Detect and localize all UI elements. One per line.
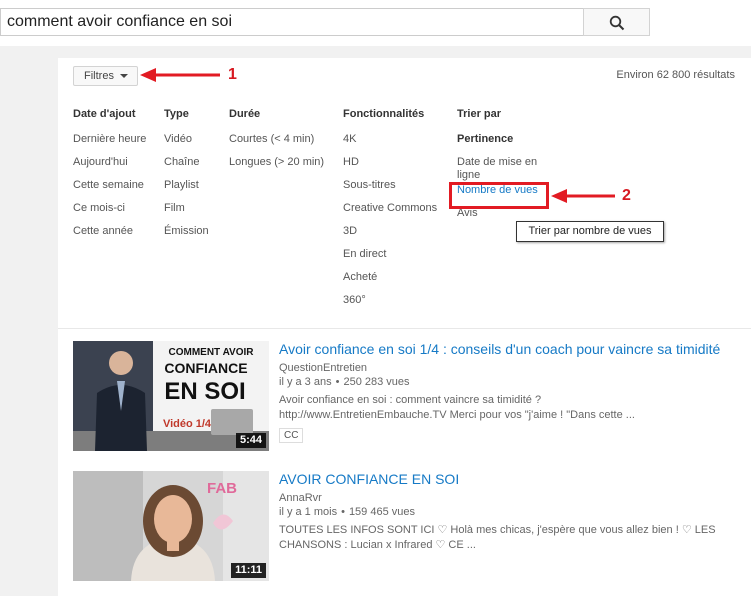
- filter-playlist[interactable]: Playlist: [164, 179, 209, 202]
- search-input[interactable]: comment avoir confiance en soi: [0, 8, 583, 36]
- search-button[interactable]: [583, 8, 650, 36]
- divider: [58, 328, 751, 329]
- video-thumbnail[interactable]: COMMENT AVOIR CONFIANCE EN SOI Vidéo 1/4…: [73, 341, 269, 451]
- filter-360[interactable]: 360°: [343, 294, 437, 317]
- filter-purchased[interactable]: Acheté: [343, 271, 437, 294]
- annotation-arrow-1: [140, 68, 220, 82]
- filter-long[interactable]: Longues (> 20 min): [229, 156, 324, 179]
- filter-channel[interactable]: Chaîne: [164, 156, 209, 179]
- video-description-line-2: http://www.EntretienEmbauche.TV Merci po…: [279, 409, 635, 421]
- filter-this-month[interactable]: Ce mois-ci: [73, 202, 146, 225]
- video-meta: il y a 3 ans • 250 283 vues: [279, 376, 410, 388]
- video-channel[interactable]: AnnaRvr: [279, 492, 322, 504]
- tooltip: Trier par nombre de vues: [516, 221, 664, 242]
- filter-last-hour[interactable]: Dernière heure: [73, 133, 146, 156]
- thumb-line-3: EN SOI: [164, 378, 245, 405]
- video-result: FAB 11:11 AVOIR CONFIANCE EN SOI AnnaRvr…: [73, 471, 751, 583]
- video-views: 250 283 vues: [343, 376, 410, 388]
- filter-heading-features: Fonctionnalités: [343, 108, 425, 120]
- filter-live[interactable]: En direct: [343, 248, 437, 271]
- filter-3d[interactable]: 3D: [343, 225, 437, 248]
- filters-button[interactable]: Filtres: [73, 66, 138, 86]
- filter-this-year[interactable]: Cette année: [73, 225, 146, 248]
- video-views: 159 465 vues: [348, 506, 415, 518]
- video-age: il y a 3 ans: [279, 376, 332, 388]
- video-description-line-1: TOUTES LES INFOS SONT ICI ♡ Holà mes chi…: [279, 524, 716, 536]
- thumb-line-4: Vidéo 1/4: [163, 418, 212, 430]
- thumb-fab-text: FAB: [207, 480, 237, 497]
- filter-video[interactable]: Vidéo: [164, 133, 209, 156]
- filter-column-features: Fonctionnalités 4K HD Sous-titres Creati…: [343, 108, 437, 317]
- video-age: il y a 1 mois: [279, 506, 338, 518]
- separator-dot: •: [335, 376, 340, 388]
- video-duration: 5:44: [235, 433, 266, 448]
- cc-badge: CC: [279, 428, 304, 443]
- filter-creative-commons[interactable]: Creative Commons: [343, 202, 437, 225]
- filter-this-week[interactable]: Cette semaine: [73, 179, 146, 202]
- annotation-arrow-2: [551, 189, 615, 203]
- search-icon: [609, 15, 625, 31]
- video-description: TOUTES LES INFOS SONT ICI ♡ Holà mes chi…: [279, 523, 739, 553]
- filter-heading-duration: Durée: [229, 108, 261, 120]
- filter-subtitles[interactable]: Sous-titres: [343, 179, 437, 202]
- filter-hd[interactable]: HD: [343, 156, 437, 179]
- caret-down-icon: [120, 74, 128, 78]
- filter-column-sort: Trier par Pertinence Date de mise en lig…: [457, 108, 552, 230]
- filter-today[interactable]: Aujourd'hui: [73, 156, 146, 179]
- filter-short[interactable]: Courtes (< 4 min): [229, 133, 324, 156]
- video-thumbnail[interactable]: FAB 11:11: [73, 471, 269, 581]
- annotation-number-2: 2: [622, 187, 631, 204]
- filter-column-duration: Durée Courtes (< 4 min) Longues (> 20 mi…: [229, 108, 324, 179]
- filter-heading-sort: Trier par: [457, 108, 502, 120]
- video-description-line-1: Avoir confiance en soi : comment vaincre…: [279, 394, 542, 406]
- video-duration: 11:11: [231, 563, 266, 578]
- separator-dot: •: [341, 506, 345, 518]
- video-result: COMMENT AVOIR CONFIANCE EN SOI Vidéo 1/4…: [73, 341, 751, 453]
- thumb-line-2: CONFIANCE: [164, 360, 247, 376]
- filters-label: Filtres: [84, 70, 114, 82]
- top-bar: comment avoir confiance en soi: [0, 0, 751, 46]
- video-description: Avoir confiance en soi : comment vaincre…: [279, 393, 739, 423]
- filter-heading-date: Date d'ajout: [73, 108, 136, 120]
- video-title[interactable]: Avoir confiance en soi 1/4 : conseils d'…: [279, 341, 720, 357]
- video-meta: il y a 1 mois • 159 465 vues: [279, 506, 415, 518]
- video-title[interactable]: AVOIR CONFIANCE EN SOI: [279, 471, 459, 487]
- annotation-highlight-box: [449, 182, 549, 209]
- sort-relevance[interactable]: Pertinence: [457, 133, 552, 156]
- video-channel[interactable]: QuestionEntretien: [279, 362, 367, 374]
- filter-movie[interactable]: Film: [164, 202, 209, 225]
- filter-show[interactable]: Émission: [164, 225, 209, 248]
- filter-column-type: Type Vidéo Chaîne Playlist Film Émission: [164, 108, 209, 248]
- thumb-line-1: COMMENT AVOIR: [169, 347, 255, 358]
- filter-4k[interactable]: 4K: [343, 133, 437, 156]
- video-description-line-2: CHANSONS : Lucian x Infrared ♡ CE ...: [279, 539, 476, 551]
- sort-upload-date[interactable]: Date de mise en ligne: [457, 156, 552, 184]
- results-count: Environ 62 800 résultats: [616, 69, 735, 81]
- filter-heading-type: Type: [164, 108, 189, 120]
- annotation-number-1: 1: [228, 66, 237, 83]
- filter-column-date: Date d'ajout Dernière heure Aujourd'hui …: [73, 108, 146, 248]
